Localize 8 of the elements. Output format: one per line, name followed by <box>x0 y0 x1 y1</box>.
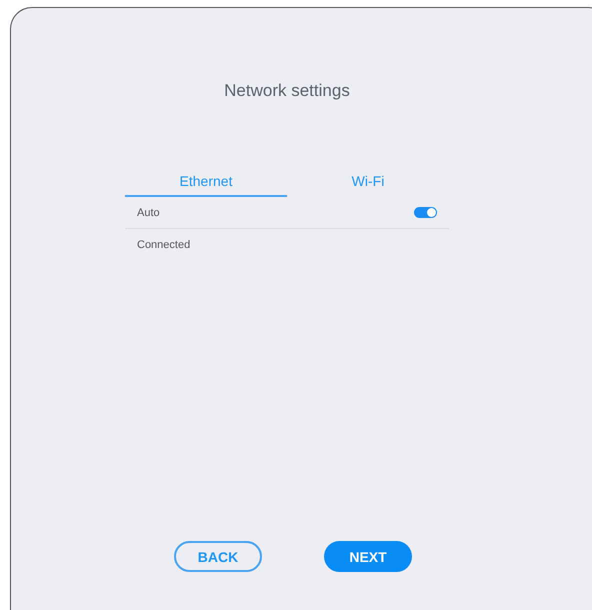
setting-label: Auto <box>137 206 160 218</box>
toggle-switch[interactable] <box>414 207 437 218</box>
page-title: Network settings <box>223 81 351 101</box>
setting-label: Connected <box>137 238 190 250</box>
next-button[interactable]: NEXT <box>324 541 412 572</box>
back-button[interactable]: BACK <box>174 541 262 572</box>
tab[interactable]: Ethernet <box>125 171 287 197</box>
tab[interactable]: Wi-Fi <box>287 171 449 197</box>
